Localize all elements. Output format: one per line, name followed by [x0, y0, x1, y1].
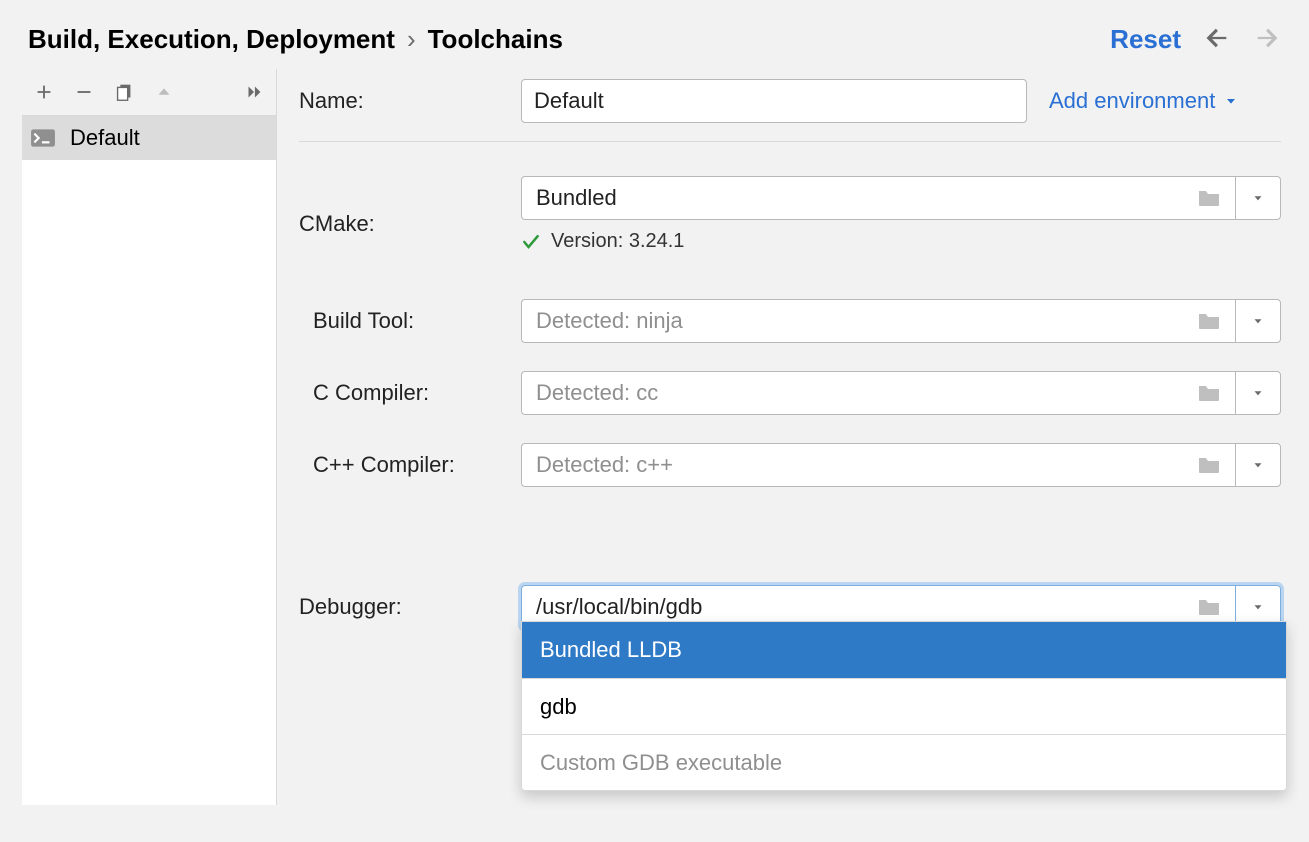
reset-button[interactable]: Reset — [1110, 24, 1181, 55]
debugger-browse-button[interactable] — [1191, 597, 1227, 617]
folder-icon — [1197, 188, 1221, 208]
add-toolchain-button[interactable] — [24, 72, 64, 112]
terminal-icon — [30, 128, 56, 148]
cmake-combo[interactable] — [521, 176, 1281, 220]
debugger-option-0[interactable]: Bundled LLDB — [522, 622, 1286, 678]
cpp-compiler-combo[interactable] — [521, 443, 1281, 487]
cmake-version: Version: 3.24.1 — [521, 220, 1281, 271]
breadcrumb-item-1: Toolchains — [428, 24, 563, 55]
copy-icon — [113, 81, 135, 103]
copy-toolchain-button[interactable] — [104, 72, 144, 112]
cpp-compiler-cell — [521, 429, 1281, 501]
minus-icon — [73, 81, 95, 103]
name-input[interactable] — [521, 79, 1027, 123]
breadcrumb-item-0[interactable]: Build, Execution, Deployment — [28, 24, 395, 55]
forward-button — [1253, 24, 1281, 55]
form-panel: Name: Add environment CMake: — [277, 69, 1281, 805]
more-button[interactable] — [234, 72, 274, 112]
debugger-option-label: Custom GDB executable — [540, 750, 782, 776]
chevron-up-icon — [153, 81, 175, 103]
cpp-compiler-input[interactable] — [534, 451, 1191, 479]
cmake-cell: Version: 3.24.1 — [521, 162, 1281, 285]
back-button[interactable] — [1203, 24, 1231, 55]
build-tool-browse-button[interactable] — [1191, 311, 1227, 331]
breadcrumb-separator: › — [407, 24, 416, 55]
sidebar-toolbar — [22, 69, 276, 115]
chevron-down-icon — [1251, 386, 1265, 400]
name-row: Name: Add environment — [299, 79, 1281, 142]
chevron-down-icon — [1251, 600, 1265, 614]
name-label: Name: — [299, 88, 499, 114]
folder-icon — [1197, 383, 1221, 403]
cmake-browse-button[interactable] — [1191, 188, 1227, 208]
c-compiler-label: C Compiler: — [299, 380, 521, 406]
plus-icon — [33, 81, 55, 103]
c-compiler-input[interactable] — [534, 379, 1191, 407]
content: Default Name: Add environment CMake: — [0, 59, 1309, 805]
build-tool-combo[interactable] — [521, 299, 1281, 343]
debugger-option-1[interactable]: gdb — [522, 678, 1286, 734]
cmake-input[interactable] — [534, 184, 1191, 212]
build-tool-dropdown-button[interactable] — [1235, 299, 1281, 343]
chevron-down-icon — [1251, 458, 1265, 472]
cpp-compiler-dropdown-button[interactable] — [1235, 443, 1281, 487]
list-item-label: Default — [70, 125, 140, 151]
c-compiler-dropdown-button[interactable] — [1235, 371, 1281, 415]
toolchain-list: Default — [22, 115, 276, 805]
chevron-down-icon — [1251, 314, 1265, 328]
chevron-down-icon — [1251, 191, 1265, 205]
add-environment-label: Add environment — [1049, 88, 1215, 114]
build-tool-label: Build Tool: — [299, 308, 521, 334]
cpp-compiler-browse-button[interactable] — [1191, 455, 1227, 475]
debugger-option-2[interactable]: Custom GDB executable — [522, 734, 1286, 790]
chevrons-right-icon — [243, 81, 265, 103]
debugger-label: Debugger: — [299, 594, 521, 620]
move-up-button[interactable] — [144, 72, 184, 112]
check-icon — [521, 232, 541, 252]
debugger-cell: Bundled LLDB gdb Custom GDB executable — [521, 571, 1281, 643]
header-actions: Reset — [1110, 24, 1281, 55]
folder-icon — [1197, 311, 1221, 331]
folder-icon — [1197, 597, 1221, 617]
cmake-dropdown-button[interactable] — [1235, 176, 1281, 220]
debugger-dropdown-list: Bundled LLDB gdb Custom GDB executable — [521, 621, 1287, 791]
folder-icon — [1197, 455, 1221, 475]
arrow-right-icon — [1253, 24, 1281, 52]
debugger-option-label: gdb — [540, 694, 577, 720]
cmake-label: CMake: — [299, 211, 521, 237]
breadcrumb: Build, Execution, Deployment › Toolchain… — [28, 24, 563, 55]
debugger-input[interactable] — [534, 593, 1191, 621]
build-tool-input[interactable] — [534, 307, 1191, 335]
c-compiler-cell — [521, 357, 1281, 429]
cpp-compiler-label: C++ Compiler: — [299, 452, 521, 478]
chevron-down-icon — [1223, 93, 1239, 109]
remove-toolchain-button[interactable] — [64, 72, 104, 112]
c-compiler-browse-button[interactable] — [1191, 383, 1227, 403]
add-environment-button[interactable]: Add environment — [1049, 88, 1239, 114]
cmake-version-label: Version: 3.24.1 — [551, 230, 684, 253]
list-item[interactable]: Default — [22, 116, 276, 160]
build-tool-cell — [521, 285, 1281, 357]
c-compiler-combo[interactable] — [521, 371, 1281, 415]
sidebar: Default — [22, 69, 277, 805]
header: Build, Execution, Deployment › Toolchain… — [0, 0, 1309, 59]
debugger-option-label: Bundled LLDB — [540, 637, 682, 663]
arrow-left-icon — [1203, 24, 1231, 52]
